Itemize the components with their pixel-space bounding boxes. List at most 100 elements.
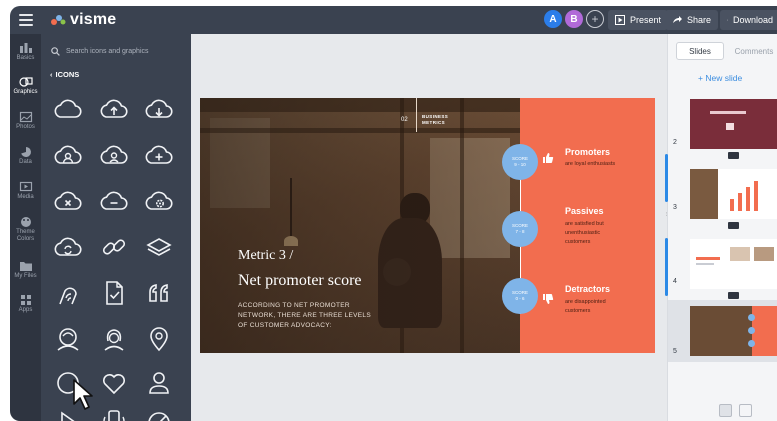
grid-view-icon[interactable] bbox=[719, 404, 732, 417]
rail-item-data[interactable]: Data bbox=[10, 146, 41, 165]
slide-thumbnail-3[interactable]: 3 bbox=[668, 164, 777, 229]
description-line: ACCORDING TO NET PROMOTER bbox=[238, 302, 350, 309]
category-title[interactable]: Detractors bbox=[565, 284, 610, 294]
share-label: Share bbox=[687, 15, 712, 25]
media-icon bbox=[19, 181, 32, 192]
layers-icon[interactable] bbox=[139, 230, 179, 264]
search-icon bbox=[51, 46, 60, 56]
scroll-indicator[interactable] bbox=[665, 238, 668, 296]
search-placeholder: Search icons and graphics bbox=[66, 47, 149, 55]
tool-rail: Basics Graphics Photos Data Media Theme … bbox=[10, 34, 41, 421]
cloud-minus-icon[interactable] bbox=[94, 184, 134, 218]
cloud-remove-icon[interactable] bbox=[48, 184, 88, 218]
score-badge-detractors[interactable]: SCORE 0 - 6 bbox=[502, 278, 538, 314]
rail-label: Photos bbox=[16, 124, 35, 130]
scroll-indicator[interactable] bbox=[665, 154, 668, 202]
list-view-icon[interactable] bbox=[739, 404, 752, 417]
rail-item-photos[interactable]: Photos bbox=[10, 111, 41, 130]
visme-logo[interactable]: visme bbox=[50, 11, 116, 29]
rail-label: Media bbox=[17, 194, 34, 200]
avatar[interactable]: A bbox=[544, 10, 562, 28]
section-title[interactable]: BUSINESS METRICS bbox=[422, 114, 448, 126]
user-circle-icon[interactable] bbox=[48, 322, 88, 356]
category-title[interactable]: Passives bbox=[565, 206, 604, 216]
rail-label: Theme Colors bbox=[16, 229, 35, 242]
back-to-icons[interactable]: ‹ ICONS bbox=[50, 70, 79, 79]
cloud-sync-icon[interactable] bbox=[48, 230, 88, 264]
category-description-line: are satisfied but bbox=[565, 221, 604, 227]
folder-icon bbox=[19, 262, 32, 271]
category-description-line: are loyal enthusiasts bbox=[565, 161, 616, 167]
metric-subtitle[interactable]: Net promoter score bbox=[238, 272, 362, 290]
back-label: ICONS bbox=[55, 70, 80, 79]
mouse-cursor-icon bbox=[73, 379, 93, 410]
rail-item-my-files[interactable]: My Files bbox=[10, 260, 41, 279]
logo-text: visme bbox=[70, 11, 117, 28]
rail-item-apps[interactable]: Apps bbox=[10, 294, 41, 313]
metric-title[interactable]: Metric 3 / bbox=[238, 248, 293, 264]
share-button[interactable]: Share bbox=[665, 10, 719, 30]
graphics-panel: Search icons and graphics ‹ ICONS bbox=[41, 34, 191, 421]
rail-item-graphics[interactable]: Graphics bbox=[10, 76, 41, 95]
rail-item-theme-colors[interactable]: Theme Colors bbox=[10, 216, 41, 243]
category-description[interactable]: are disappointed customers bbox=[565, 298, 645, 316]
chevron-left-icon: ‹ bbox=[50, 70, 53, 79]
score-badge-passives[interactable]: SCORE 7 - 8 bbox=[502, 211, 538, 247]
shapes-icon bbox=[19, 43, 32, 53]
metric-description[interactable]: ACCORDING TO NET PROMOTER NETWORK, THERE… bbox=[238, 301, 388, 331]
menu-icon[interactable] bbox=[19, 14, 33, 26]
map-pin-icon[interactable] bbox=[139, 322, 179, 356]
document-check-icon[interactable] bbox=[94, 276, 134, 310]
link-icon[interactable] bbox=[94, 230, 134, 264]
user-female-icon[interactable] bbox=[94, 322, 134, 356]
slide-tag-icon bbox=[728, 152, 739, 159]
graphics-icon bbox=[18, 77, 33, 87]
cloud-icon[interactable] bbox=[48, 92, 88, 126]
pie-chart-icon bbox=[20, 147, 31, 157]
heart-icon[interactable] bbox=[94, 366, 134, 400]
cloud-settings-icon[interactable] bbox=[139, 184, 179, 218]
thumbs-down-icon[interactable] bbox=[542, 293, 554, 305]
rail-item-basics[interactable]: Basics bbox=[10, 42, 41, 61]
section-number[interactable]: 02 bbox=[401, 117, 408, 123]
cloud-user-icon[interactable] bbox=[48, 138, 88, 172]
tab-comments[interactable]: Comments bbox=[724, 42, 777, 60]
phone-vibrate-icon[interactable] bbox=[94, 406, 134, 421]
slide-thumbnail-2[interactable]: 2 bbox=[668, 94, 777, 159]
search-input[interactable]: Search icons and graphics bbox=[51, 42, 181, 60]
person-icon[interactable] bbox=[139, 366, 179, 400]
present-label: Present bbox=[630, 15, 662, 25]
tab-slides[interactable]: Slides bbox=[676, 42, 724, 60]
slide-number: 2 bbox=[673, 139, 677, 146]
play-icon bbox=[615, 15, 625, 25]
new-slide-button[interactable]: + New slide bbox=[698, 73, 742, 83]
avatar[interactable]: B bbox=[565, 10, 583, 28]
editor-canvas[interactable]: 02 BUSINESS METRICS Metric 3 / Net promo… bbox=[191, 34, 667, 421]
rail-label: Basics bbox=[16, 55, 35, 61]
slide[interactable]: 02 BUSINESS METRICS Metric 3 / Net promo… bbox=[200, 98, 655, 353]
rail-label: Apps bbox=[18, 307, 33, 313]
slide-thumbnail-4[interactable]: 4 bbox=[668, 234, 777, 299]
download-label: Download bbox=[732, 15, 773, 25]
no-entry-icon[interactable] bbox=[139, 406, 179, 421]
category-description-line: unenthusiastic bbox=[565, 230, 601, 236]
slide-tag-icon bbox=[728, 292, 739, 299]
cloud-user-outline-icon[interactable] bbox=[94, 138, 134, 172]
slide-thumbnail-5[interactable]: 5 bbox=[668, 300, 777, 362]
score-range: 9 - 10 bbox=[514, 162, 526, 167]
cloud-download-icon[interactable] bbox=[139, 92, 179, 126]
score-badge-promoters[interactable]: SCORE 9 - 10 bbox=[502, 144, 538, 180]
category-description[interactable]: are satisfied but unenthusiastic custome… bbox=[565, 220, 645, 247]
category-title[interactable]: Promoters bbox=[565, 147, 610, 157]
present-button[interactable]: Present bbox=[608, 10, 669, 30]
category-description[interactable]: are loyal enthusiasts bbox=[565, 160, 645, 169]
description-line: NETWORK, THERE ARE THREE LEVELS bbox=[238, 312, 371, 319]
rail-item-media[interactable]: Media bbox=[10, 181, 41, 200]
download-button[interactable]: Download bbox=[720, 10, 777, 30]
hand-wifi-icon[interactable] bbox=[48, 276, 88, 310]
thumbs-up-icon[interactable] bbox=[542, 152, 554, 164]
cloud-upload-icon[interactable] bbox=[94, 92, 134, 126]
quote-icon[interactable] bbox=[139, 276, 179, 310]
cloud-add-icon[interactable] bbox=[139, 138, 179, 172]
add-collaborator-button[interactable]: + bbox=[586, 10, 604, 28]
